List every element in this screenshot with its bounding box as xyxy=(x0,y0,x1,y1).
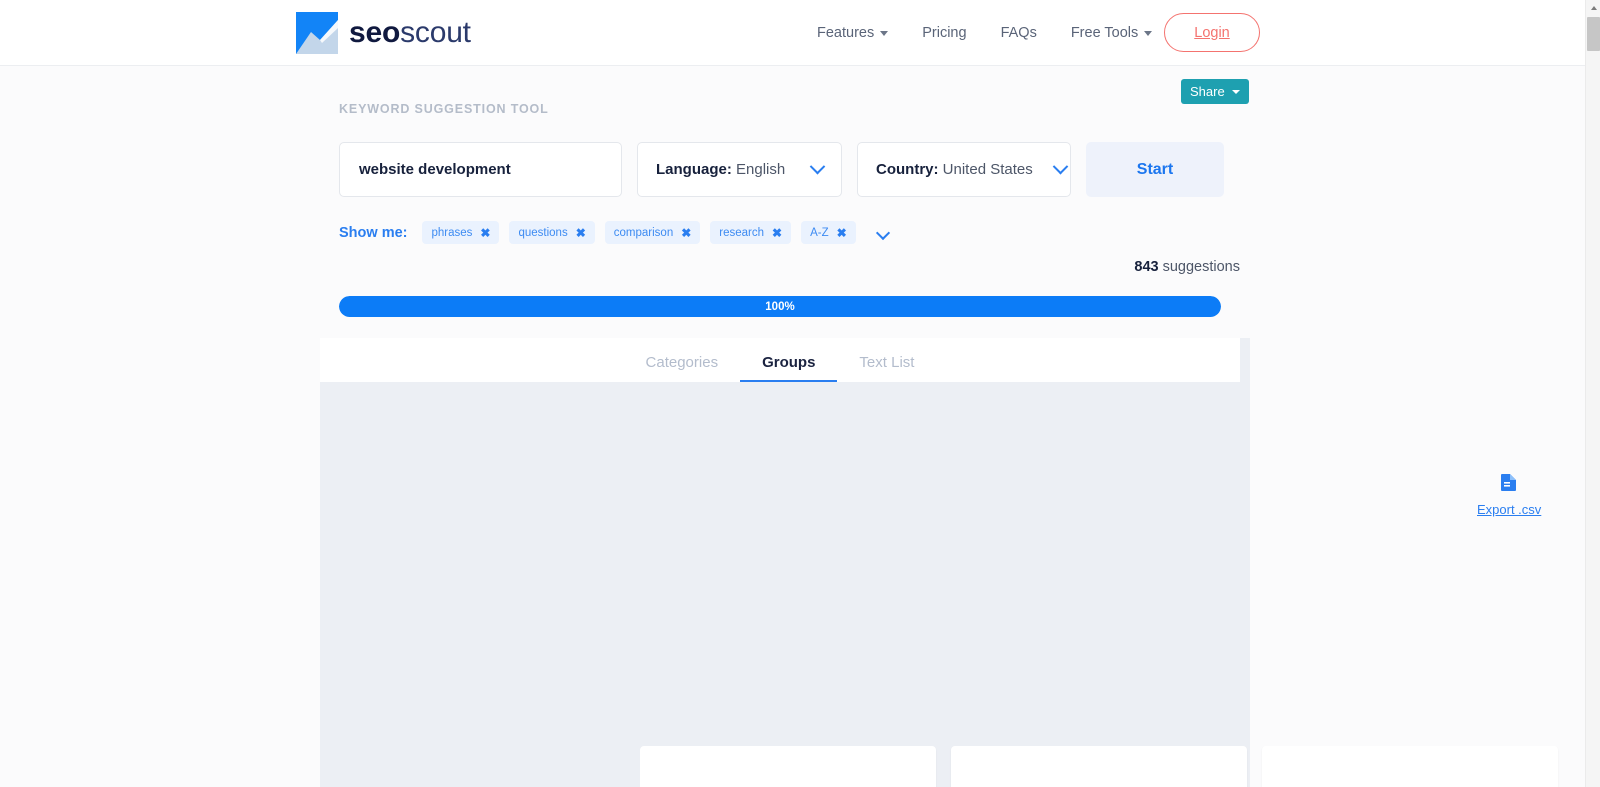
scrollbar-thumb[interactable] xyxy=(1587,17,1600,51)
brand-wordmark: seoscout xyxy=(349,18,471,48)
filter-tag-a-z[interactable]: A-Z ✖ xyxy=(801,221,856,244)
progress-bar-fill: 100% xyxy=(339,296,1221,317)
group-card-web-software: Web Software web development is software… xyxy=(951,746,1247,787)
filter-tag-phrases[interactable]: phrases ✖ xyxy=(422,221,500,244)
country-select[interactable]: Country: United States xyxy=(857,142,1071,197)
group-card-header: Web Reddit xyxy=(1262,746,1558,787)
page-content: Share KEYWORD SUGGESTION TOOL Language: … xyxy=(0,66,1585,787)
group-column: Web Software web development is software… xyxy=(951,746,1247,787)
chevron-down-icon xyxy=(1052,158,1069,175)
nav-item-features[interactable]: Features xyxy=(800,25,905,41)
nav-item-faqs[interactable]: FAQs xyxy=(984,25,1054,41)
start-button[interactable]: Start xyxy=(1086,142,1224,197)
chevron-down-icon xyxy=(809,158,826,175)
close-icon[interactable]: ✖ xyxy=(681,226,691,240)
login-button[interactable]: Login xyxy=(1164,13,1260,52)
keyword-search-form: Language: English Country: United States… xyxy=(339,142,1224,197)
filter-tag-questions[interactable]: questions ✖ xyxy=(509,221,595,244)
export-csv-link[interactable]: Export .csv xyxy=(1477,473,1541,517)
results-panel: Export .csv Web Designs how can web desi… xyxy=(320,338,1558,787)
tab-groups[interactable]: Groups xyxy=(740,354,838,382)
progress-bar-label: 100% xyxy=(765,300,795,313)
brand-word-light: scout xyxy=(400,16,471,49)
nav-item-pricing-label: Pricing xyxy=(922,25,967,41)
keyword-input[interactable] xyxy=(339,142,622,197)
brand-logo-link[interactable]: seoscout xyxy=(296,12,471,54)
country-select-value: Country: United States xyxy=(876,161,1033,178)
filter-tag-comparison[interactable]: comparison ✖ xyxy=(604,221,701,244)
group-card-header: Web Designs xyxy=(640,746,936,787)
export-csv-label: Export .csv xyxy=(1477,502,1542,517)
filter-tag-label: phrases xyxy=(431,226,473,239)
nav-item-faqs-label: FAQs xyxy=(1000,25,1037,41)
group-card-header: Web Software xyxy=(951,746,1247,787)
nav-item-features-label: Features xyxy=(817,25,875,41)
close-icon[interactable]: ✖ xyxy=(837,226,847,240)
chevron-down-icon[interactable] xyxy=(875,225,890,240)
filter-tag-label: comparison xyxy=(613,226,674,239)
close-icon[interactable]: ✖ xyxy=(576,226,586,240)
progress-bar: 100% xyxy=(339,296,1221,317)
scroll-up-arrow-icon[interactable] xyxy=(1586,0,1600,15)
suggestion-count-suffix: suggestions xyxy=(1158,259,1240,275)
chevron-down-icon xyxy=(880,30,889,36)
group-column: Web Reddit how to web development reddit… xyxy=(1262,746,1558,787)
csv-file-export-icon xyxy=(1499,473,1519,500)
language-select[interactable]: Language: English xyxy=(637,142,842,197)
share-button[interactable]: Share xyxy=(1181,79,1249,104)
results-tabs: Categories Groups Text List xyxy=(320,338,1240,382)
close-icon[interactable]: ✖ xyxy=(772,226,782,240)
nav-item-free-tools-label: Free Tools xyxy=(1070,25,1139,41)
tab-text-list[interactable]: Text List xyxy=(837,354,936,382)
chevron-down-icon xyxy=(1231,89,1240,94)
share-button-label: Share xyxy=(1190,84,1225,99)
chevron-down-icon xyxy=(1144,30,1153,36)
browser-viewport: seoscout Features Pricing FAQs Free Tool… xyxy=(0,0,1600,787)
tab-categories[interactable]: Categories xyxy=(624,354,741,382)
language-select-value: Language: English xyxy=(656,161,786,178)
nav-item-pricing[interactable]: Pricing xyxy=(905,25,983,41)
filter-tag-label: A-Z xyxy=(810,226,829,239)
suggestion-count-value: 843 xyxy=(1134,259,1159,275)
site-header: seoscout Features Pricing FAQs Free Tool… xyxy=(0,0,1585,66)
brand-word-bold: seo xyxy=(349,16,401,49)
group-card-web-designs: Web Designs how can web design how can w… xyxy=(640,746,936,787)
group-card-grid: Web Designs how can web design how can w… xyxy=(640,746,1570,787)
filter-tag-label: research xyxy=(719,226,765,239)
filter-bar-label: Show me: xyxy=(339,224,408,241)
nav-item-free-tools[interactable]: Free Tools xyxy=(1054,25,1169,41)
primary-nav: Features Pricing FAQs Free Tools xyxy=(800,0,1169,66)
chart-mountain-icon xyxy=(296,12,338,54)
suggestion-count: 843 suggestions xyxy=(1134,259,1240,275)
filter-tag-bar: Show me: phrases ✖ questions ✖ compariso… xyxy=(339,221,890,244)
group-column: Web Designs how can web design how can w… xyxy=(640,746,936,787)
filter-tag-research[interactable]: research ✖ xyxy=(710,221,792,244)
filter-tag-label: questions xyxy=(518,226,568,239)
group-card-web-reddit: Web Reddit how to web development reddit… xyxy=(1262,746,1558,787)
page-title: KEYWORD SUGGESTION TOOL xyxy=(339,102,549,116)
close-icon[interactable]: ✖ xyxy=(480,226,490,240)
vertical-scrollbar[interactable] xyxy=(1585,0,1600,787)
